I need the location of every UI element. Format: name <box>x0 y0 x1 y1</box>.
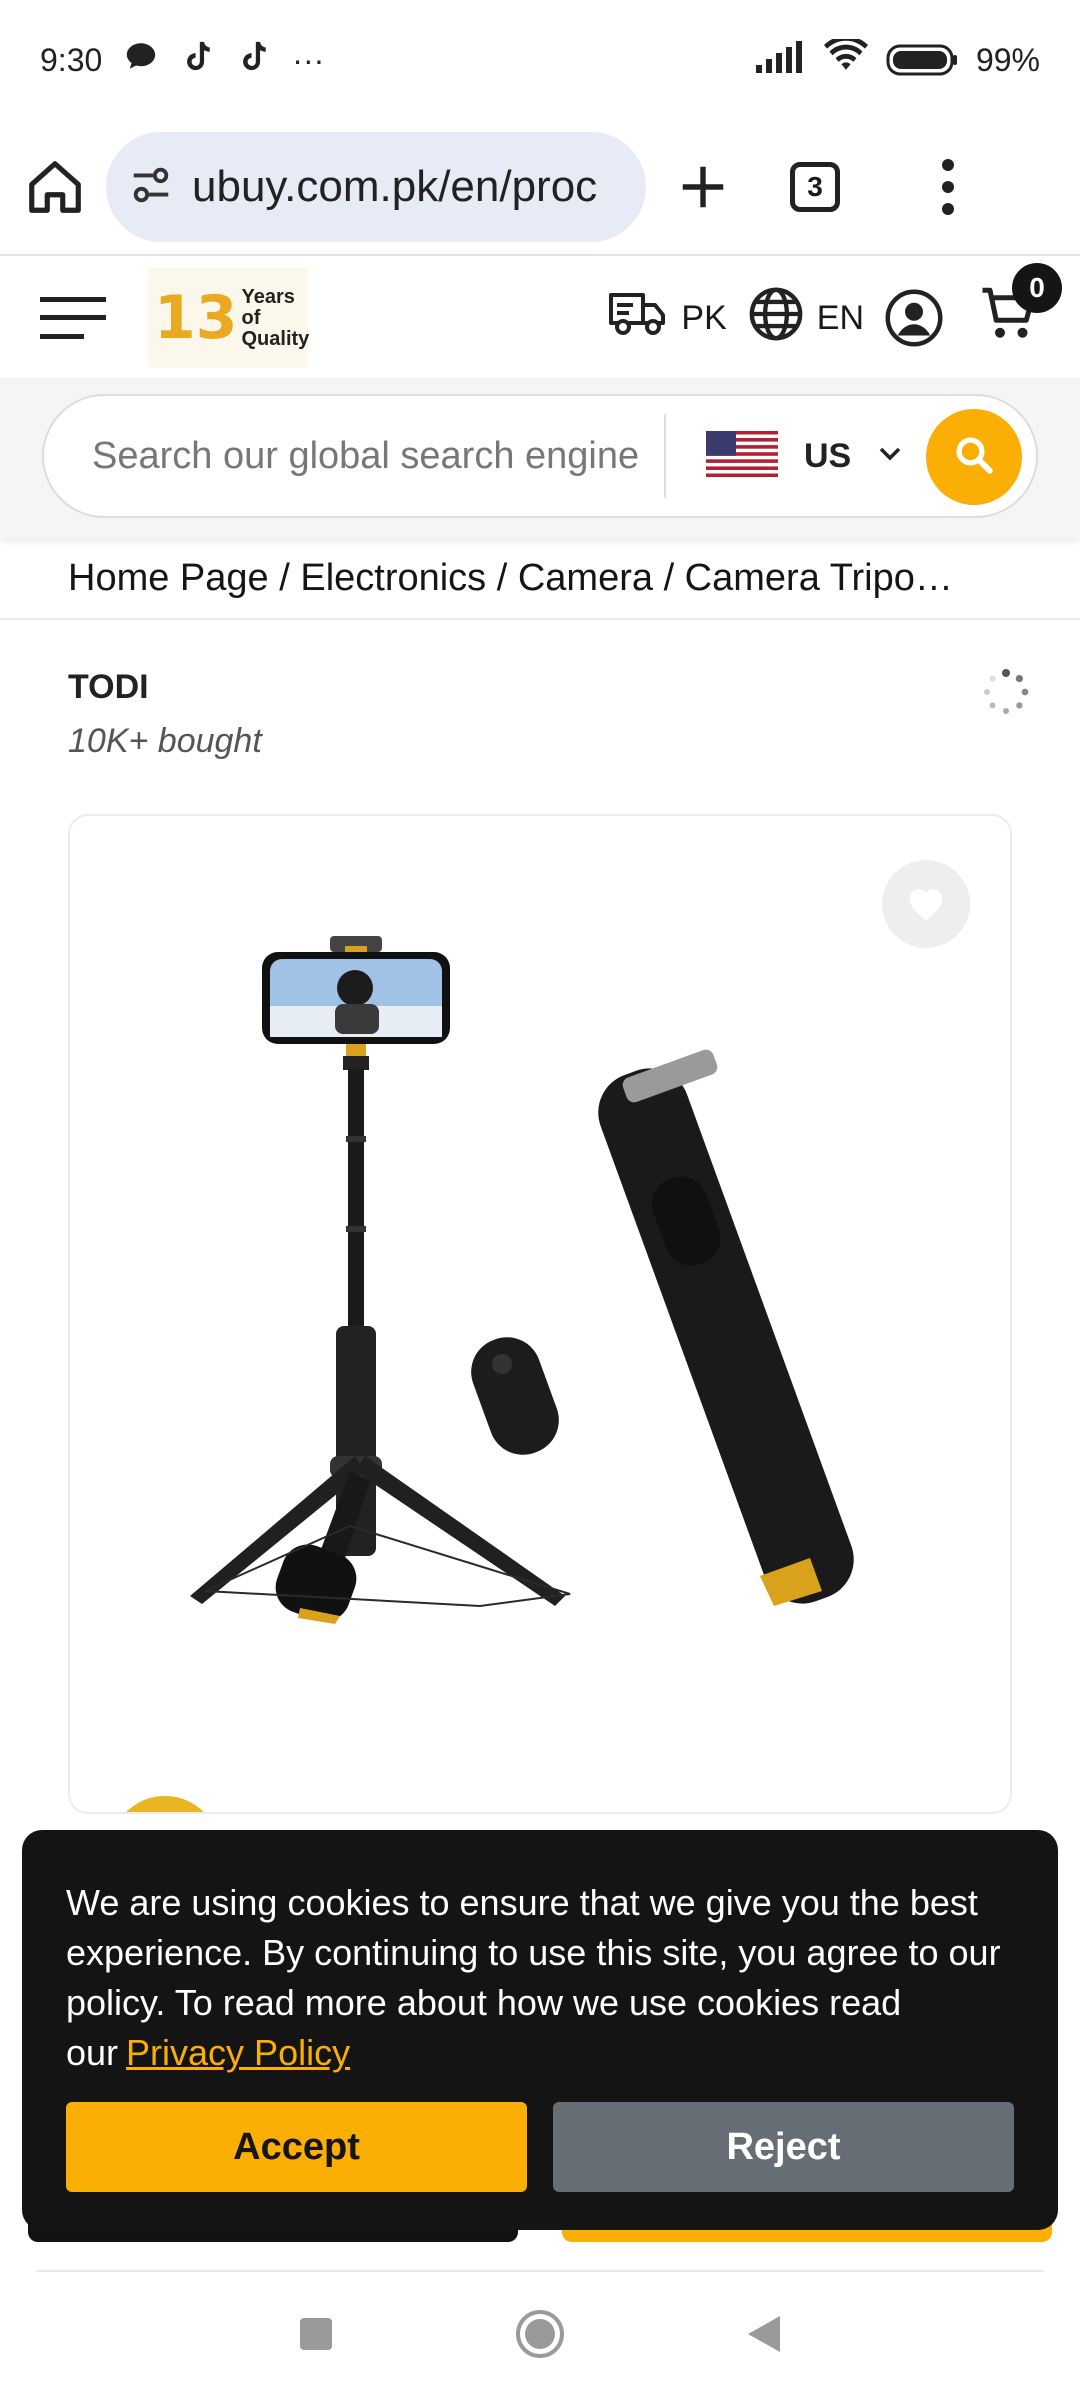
privacy-policy-link[interactable]: Privacy Policy <box>126 2032 350 2073</box>
cart-icon <box>980 287 1040 351</box>
url-text: ubuy.com.pk/en/proc <box>192 162 598 211</box>
logo-text: Years of Quality <box>241 285 310 350</box>
reject-cookies-button[interactable]: Reject <box>553 2102 1014 2192</box>
browser-menu-icon[interactable] <box>940 157 956 217</box>
search-divider <box>664 414 666 498</box>
search-band: US <box>0 378 1080 538</box>
globe-icon <box>747 285 805 352</box>
signal-icon <box>755 39 806 81</box>
status-bar: 9:30 ··· 99% <box>0 0 1080 120</box>
account-icon[interactable] <box>884 288 944 348</box>
battery-icon <box>886 43 958 77</box>
share-loading-icon[interactable] <box>982 668 1030 716</box>
home-nav-icon[interactable] <box>514 2308 566 2365</box>
search-icon <box>953 434 995 481</box>
store-country-code: US <box>804 436 852 475</box>
new-tab-icon[interactable] <box>676 160 730 214</box>
shipping-country: PK <box>681 298 727 337</box>
store-country-selector[interactable]: US <box>706 430 903 482</box>
delivery-truck-icon <box>607 289 669 348</box>
browser-toolbar: ubuy.com.pk/en/proc 3 <box>0 120 1080 256</box>
language-selector[interactable]: EN <box>747 285 864 352</box>
cart-button[interactable]: 0 <box>980 262 1062 352</box>
breadcrumb[interactable]: Home Page / Electronics / Camera / Camer… <box>0 538 1080 620</box>
shipping-selector[interactable]: PK <box>607 289 727 348</box>
site-settings-icon[interactable] <box>128 162 174 213</box>
cookie-message: We are using cookies to ensure that we g… <box>66 1878 1014 2078</box>
search-button[interactable] <box>926 409 1022 505</box>
search-input[interactable] <box>92 434 652 478</box>
tab-switcher-button[interactable]: 3 <box>790 162 840 212</box>
logo-text-line2: Quality <box>241 327 310 350</box>
product-image-card[interactable] <box>68 814 1012 1814</box>
tab-count: 3 <box>807 171 823 202</box>
system-nav-bar <box>0 2272 1080 2400</box>
site-header: 13 Years of Quality PK EN 0 <box>0 258 1080 378</box>
tripod-illustration <box>190 936 854 1624</box>
authentic-product-badge <box>110 1796 220 1812</box>
breadcrumb-text[interactable]: Home Page / Electronics / Camera / Camer… <box>68 557 953 600</box>
recents-icon[interactable] <box>298 2316 334 2357</box>
battery-level: 99% <box>975 41 1040 78</box>
status-right: 99% <box>755 35 1040 81</box>
heart-icon <box>904 882 948 927</box>
product-brand[interactable]: TODI <box>68 668 149 707</box>
product-image[interactable] <box>150 936 950 1636</box>
cart-count-badge: 0 <box>1012 262 1062 313</box>
site-logo[interactable]: 13 Years of Quality <box>148 268 310 368</box>
bought-count: 10K+ bought <box>68 722 262 760</box>
tiktok-notification-icon-2 <box>236 39 270 81</box>
logo-text-line1: Years of <box>241 285 295 329</box>
accept-cookies-button[interactable]: Accept <box>66 2102 527 2192</box>
search-box: US <box>42 394 1038 518</box>
wifi-icon <box>823 35 868 81</box>
home-icon[interactable] <box>24 156 86 218</box>
cookie-banner: We are using cookies to ensure that we g… <box>22 1830 1058 2230</box>
logo-number: 13 <box>154 283 238 353</box>
chat-notification-icon <box>124 39 158 81</box>
cookie-actions: Accept Reject <box>66 2102 1014 2192</box>
chevron-down-icon <box>877 444 903 469</box>
hamburger-menu-icon[interactable] <box>40 295 106 341</box>
header-actions: PK EN 0 <box>607 262 1062 352</box>
status-left: 9:30 ··· <box>40 39 324 81</box>
back-icon[interactable] <box>746 2314 782 2359</box>
wishlist-button[interactable] <box>882 860 970 948</box>
language-code: EN <box>816 298 864 337</box>
tiktok-notification-icon <box>180 39 214 81</box>
url-bar[interactable]: ubuy.com.pk/en/proc <box>106 132 646 242</box>
status-time: 9:30 <box>40 41 103 78</box>
us-flag-icon <box>706 430 778 482</box>
more-notifications-icon: ··· <box>292 41 325 78</box>
